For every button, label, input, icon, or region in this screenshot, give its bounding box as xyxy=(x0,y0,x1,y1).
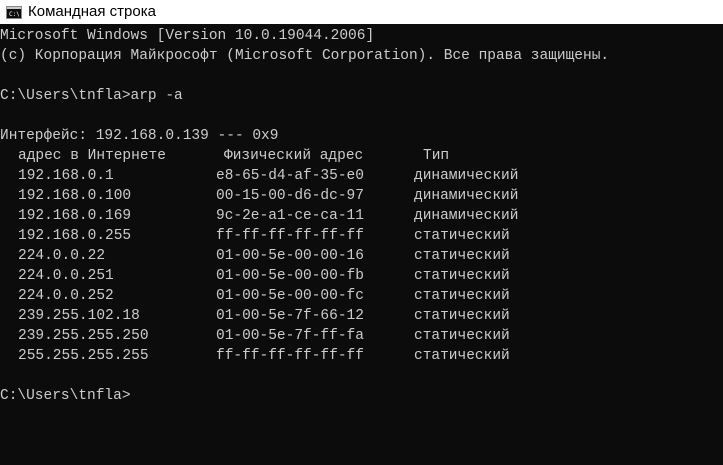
command-line: C:\Users\tnfla>arp -a xyxy=(0,88,183,104)
table-row: 224.0.0.22 01-00-5e-00-00-16 статический xyxy=(0,246,723,266)
internet-address-cell: 192.168.0.1 xyxy=(18,168,114,184)
internet-address-cell: 192.168.0.100 xyxy=(18,188,132,204)
type-cell: статический xyxy=(414,308,510,324)
type-cell: динамический xyxy=(414,168,519,184)
table-row: 224.0.0.252 01-00-5e-00-00-fc статический xyxy=(0,286,723,306)
physical-address-cell: 00-15-00-d6-dc-97 xyxy=(216,188,364,204)
internet-address-cell: 224.0.0.22 xyxy=(18,248,106,264)
internet-address-cell: 192.168.0.255 xyxy=(18,228,132,244)
physical-address-cell: 01-00-5e-00-00-16 xyxy=(216,248,364,264)
internet-address-cell: 224.0.0.251 xyxy=(18,268,114,284)
physical-address-cell: 9c-2e-a1-ce-ca-11 xyxy=(216,208,364,224)
type-cell: статический xyxy=(414,288,510,304)
console-output[interactable]: Microsoft Windows [Version 10.0.19044.20… xyxy=(0,26,723,465)
prompt-line[interactable]: C:\Users\tnfla> xyxy=(0,386,131,406)
type-cell: статический xyxy=(414,348,510,364)
interface-line: Интерфейс: 192.168.0.139 --- 0x9 xyxy=(0,128,279,144)
table-row: 192.168.0.255 ff-ff-ff-ff-ff-ff статически… xyxy=(0,226,723,246)
table-row: 192.168.0.1 e8-65-d4-af-35-e0 динамический xyxy=(0,166,723,186)
command-prompt-window: C:\ Командная строка Microsoft Windows [… xyxy=(0,0,723,465)
physical-address-cell: 01-00-5e-00-00-fb xyxy=(216,268,364,284)
internet-address-cell: 239.255.255.250 xyxy=(18,328,149,344)
internet-address-cell: 224.0.0.252 xyxy=(18,288,114,304)
title-bar[interactable]: C:\ Командная строка xyxy=(0,0,723,24)
internet-address-cell: 239.255.102.18 xyxy=(18,308,140,324)
type-cell: динамический xyxy=(414,188,519,204)
internet-address-cell: 192.168.0.169 xyxy=(18,208,132,224)
type-cell: статический xyxy=(414,228,510,244)
table-row: 239.255.255.250 01-00-5e-7f-ff-fa статичес… xyxy=(0,326,723,346)
cmd-console-icon: C:\ xyxy=(6,5,22,19)
table-row: 224.0.0.251 01-00-5e-00-00-fb статический xyxy=(0,266,723,286)
type-cell: статический xyxy=(414,328,510,344)
header-internet-address: адрес в Интернете xyxy=(18,148,166,164)
table-row: 255.255.255.255 ff-ff-ff-ff-ff-ff статичес… xyxy=(0,346,723,366)
banner-version-line: Microsoft Windows [Version 10.0.19044.20… xyxy=(0,28,375,44)
physical-address-cell: 01-00-5e-00-00-fc xyxy=(216,288,364,304)
physical-address-cell: ff-ff-ff-ff-ff-ff xyxy=(216,228,364,244)
physical-address-cell: 01-00-5e-7f-66-12 xyxy=(216,308,364,324)
header-type: Тип xyxy=(423,148,450,164)
type-cell: динамический xyxy=(414,208,519,224)
physical-address-cell: 01-00-5e-7f-ff-fa xyxy=(216,328,364,344)
table-row: 192.168.0.169 9c-2e-a1-ce-ca-11 динамическ… xyxy=(0,206,723,226)
table-row: 239.255.102.18 01-00-5e-7f-66-12 статическ… xyxy=(0,306,723,326)
physical-address-cell: e8-65-d4-af-35-e0 xyxy=(216,168,364,184)
window-title: Командная строка xyxy=(28,3,156,20)
svg-text:C:\: C:\ xyxy=(9,11,19,17)
header-physical-address: Физический адрес xyxy=(224,148,364,164)
internet-address-cell: 255.255.255.255 xyxy=(18,348,149,364)
physical-address-cell: ff-ff-ff-ff-ff-ff xyxy=(216,348,364,364)
table-header-row: адрес в Интернете Физический адрес Тип xyxy=(0,146,723,166)
type-cell: статический xyxy=(414,268,510,284)
banner-copyright-line: (c) Корпорация Майкрософт (Microsoft Cor… xyxy=(0,48,610,64)
table-row: 192.168.0.100 00-15-00-d6-dc-97 динамическ… xyxy=(0,186,723,206)
type-cell: статический xyxy=(414,248,510,264)
